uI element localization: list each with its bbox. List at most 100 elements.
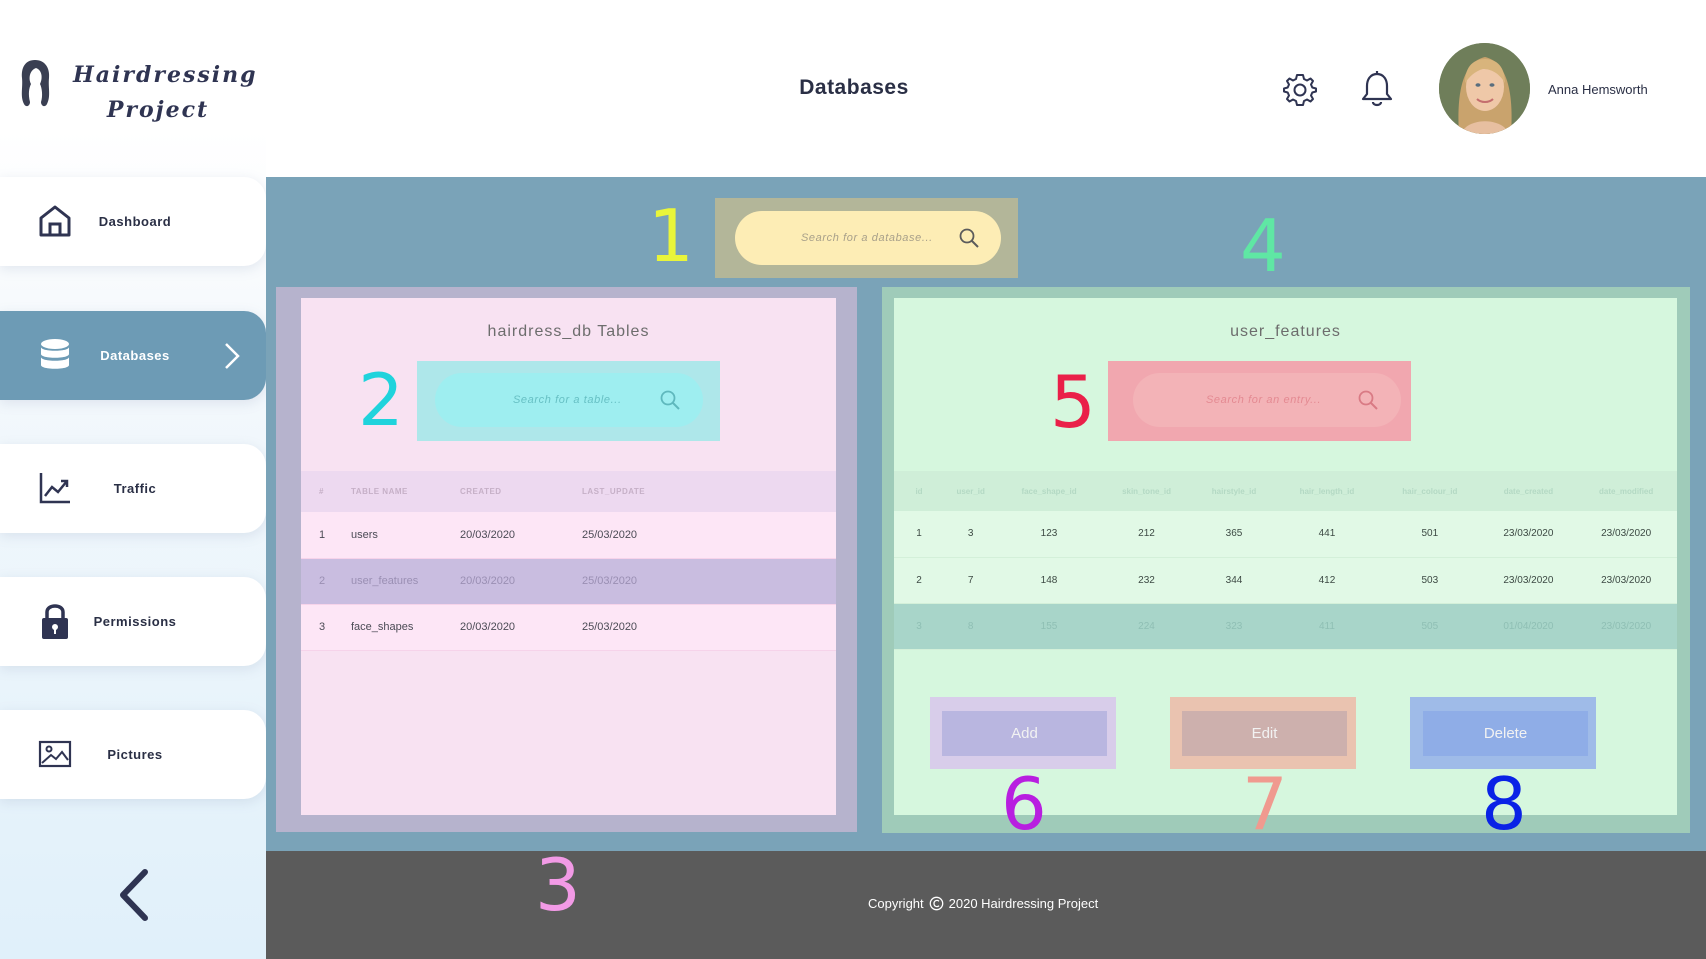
table-cell: 23/03/2020 <box>1575 603 1677 650</box>
table-cell: 2 <box>301 558 351 605</box>
annotation-number: 2 <box>358 358 404 442</box>
search-icon[interactable] <box>659 389 681 411</box>
table-cell: 505 <box>1378 603 1482 650</box>
table-cell: 441 <box>1275 511 1379 558</box>
column-header[interactable]: skin_tone_id <box>1100 471 1193 511</box>
table-cell: 3 <box>894 603 944 650</box>
copyright-text: 2020 Hairdressing Project <box>948 896 1099 911</box>
sidebar-item-databases[interactable]: Databases <box>0 311 266 400</box>
sidebar-item-label: Dashboard <box>98 214 172 229</box>
search-icon[interactable] <box>958 227 980 249</box>
table-cell: 212 <box>1100 511 1193 558</box>
column-header[interactable]: # <box>301 471 351 512</box>
chevron-right-icon <box>225 343 240 369</box>
user-name[interactable]: Anna Hemsworth <box>1548 82 1648 97</box>
annotation-number: 8 <box>1481 762 1527 846</box>
sidebar-item-label: Permissions <box>93 614 177 629</box>
entries-table: id user_id face_shape_id skin_tone_id ha… <box>894 471 1677 650</box>
sidebar-item-label: Pictures <box>107 747 163 762</box>
table-cell: user_features <box>351 558 460 605</box>
tables-panel-title: hairdress_db Tables <box>487 323 650 340</box>
table-row[interactable]: 1 3 123 212 365 441 501 23/03/2020 23/03… <box>894 511 1677 558</box>
column-header[interactable]: TABLE NAME <box>351 471 460 512</box>
table-cell: face_shapes <box>351 604 460 651</box>
chevron-left-icon[interactable] <box>115 868 151 922</box>
column-header[interactable]: id <box>894 471 944 511</box>
column-header[interactable]: date_modified <box>1575 471 1677 511</box>
table-cell: users <box>351 512 460 559</box>
table-cell: 412 <box>1275 557 1379 604</box>
annotation-number: 6 <box>1001 762 1047 846</box>
table-cell: 1 <box>301 512 351 559</box>
table-cell: 2 <box>894 557 944 604</box>
table-cell: 323 <box>1192 603 1276 650</box>
tables-list: # TABLE NAME CREATED LAST_UPDATE 1 users… <box>301 471 836 651</box>
add-button[interactable]: Add <box>942 711 1107 756</box>
column-header[interactable]: hair_length_id <box>1275 471 1379 511</box>
column-header[interactable]: hair_colour_id <box>1378 471 1482 511</box>
table-cell: 23/03/2020 <box>1481 557 1576 604</box>
table-cell: 3 <box>944 511 998 558</box>
sidebar-item-permissions[interactable]: Permissions <box>0 577 266 666</box>
column-header[interactable]: CREATED <box>460 471 582 512</box>
edit-button[interactable]: Edit <box>1182 711 1347 756</box>
annotation-number: 7 <box>1242 762 1288 846</box>
table-cell: 25/03/2020 <box>582 558 836 605</box>
table-row[interactable]: 3 8 155 224 323 411 505 01/04/2020 23/03… <box>894 603 1677 650</box>
table-cell: 20/03/2020 <box>460 558 582 605</box>
column-header[interactable]: hairstyle_id <box>1192 471 1276 511</box>
table-cell: 503 <box>1378 557 1482 604</box>
page: Hairdressing Project Databases Anna Hems… <box>0 0 1706 959</box>
table-cell: 23/03/2020 <box>1575 557 1677 604</box>
table-row[interactable]: 2 7 148 232 344 412 503 23/03/2020 23/03… <box>894 557 1677 604</box>
column-header[interactable]: LAST_UPDATE <box>582 471 836 512</box>
search-database-placeholder: Search for a database... <box>801 232 933 244</box>
search-table-placeholder: Search for a table... <box>513 394 622 406</box>
user-portrait-image <box>1439 43 1530 134</box>
chart-line-icon <box>39 473 70 504</box>
column-header[interactable]: user_id <box>944 471 998 511</box>
search-entry-input[interactable]: Search for an entry... <box>1133 373 1401 427</box>
sidebar-item-dashboard[interactable]: Dashboard <box>0 177 266 266</box>
lock-icon <box>42 604 68 639</box>
search-table-input[interactable]: Search for a table... <box>435 373 703 427</box>
woman-silhouette-icon <box>21 60 50 107</box>
sidebar-item-label: Databases <box>100 348 170 363</box>
features-panel-title: user_features <box>1230 323 1341 340</box>
table-row[interactable]: 2 user_features 20/03/2020 25/03/2020 <box>301 558 836 605</box>
sidebar-item-label: Traffic <box>113 481 157 496</box>
table-cell: 20/03/2020 <box>460 604 582 651</box>
table-cell: 3 <box>301 604 351 651</box>
table-row[interactable]: 1 users 20/03/2020 25/03/2020 <box>301 512 836 559</box>
table-cell: 155 <box>997 603 1101 650</box>
table-cell: 7 <box>944 557 998 604</box>
table-cell: 411 <box>1275 603 1379 650</box>
logo[interactable]: Hairdressing Project <box>18 58 255 123</box>
copyright-icon <box>929 896 943 911</box>
annotation-number: 5 <box>1050 360 1096 444</box>
table-header-row: # TABLE NAME CREATED LAST_UPDATE <box>301 471 836 512</box>
sidebar-item-traffic[interactable]: Traffic <box>0 444 266 533</box>
delete-button[interactable]: Delete <box>1423 711 1588 756</box>
settings-gear-icon[interactable] <box>1283 72 1317 106</box>
column-header[interactable]: face_shape_id <box>997 471 1101 511</box>
home-icon <box>39 205 71 237</box>
table-cell: 23/03/2020 <box>1575 511 1677 558</box>
table-cell: 20/03/2020 <box>460 512 582 559</box>
search-icon[interactable] <box>1357 389 1379 411</box>
table-cell: 501 <box>1378 511 1482 558</box>
table-cell: 344 <box>1192 557 1276 604</box>
table-row[interactable]: 3 face_shapes 20/03/2020 25/03/2020 <box>301 604 836 651</box>
logo-line-2: Project <box>106 97 210 123</box>
image-icon <box>38 740 72 768</box>
copyright-prefix: Copyright <box>868 896 924 911</box>
search-database-input[interactable]: Search for a database... <box>735 211 1001 265</box>
table-cell: 148 <box>997 557 1101 604</box>
sidebar-item-pictures[interactable]: Pictures <box>0 710 266 799</box>
search-entry-placeholder: Search for an entry... <box>1206 394 1322 406</box>
avatar[interactable] <box>1439 43 1530 134</box>
column-header[interactable]: date_created <box>1481 471 1576 511</box>
notification-bell-icon[interactable] <box>1359 70 1395 108</box>
logo-text: Hairdressing Project <box>73 58 255 128</box>
table-cell: 123 <box>997 511 1101 558</box>
